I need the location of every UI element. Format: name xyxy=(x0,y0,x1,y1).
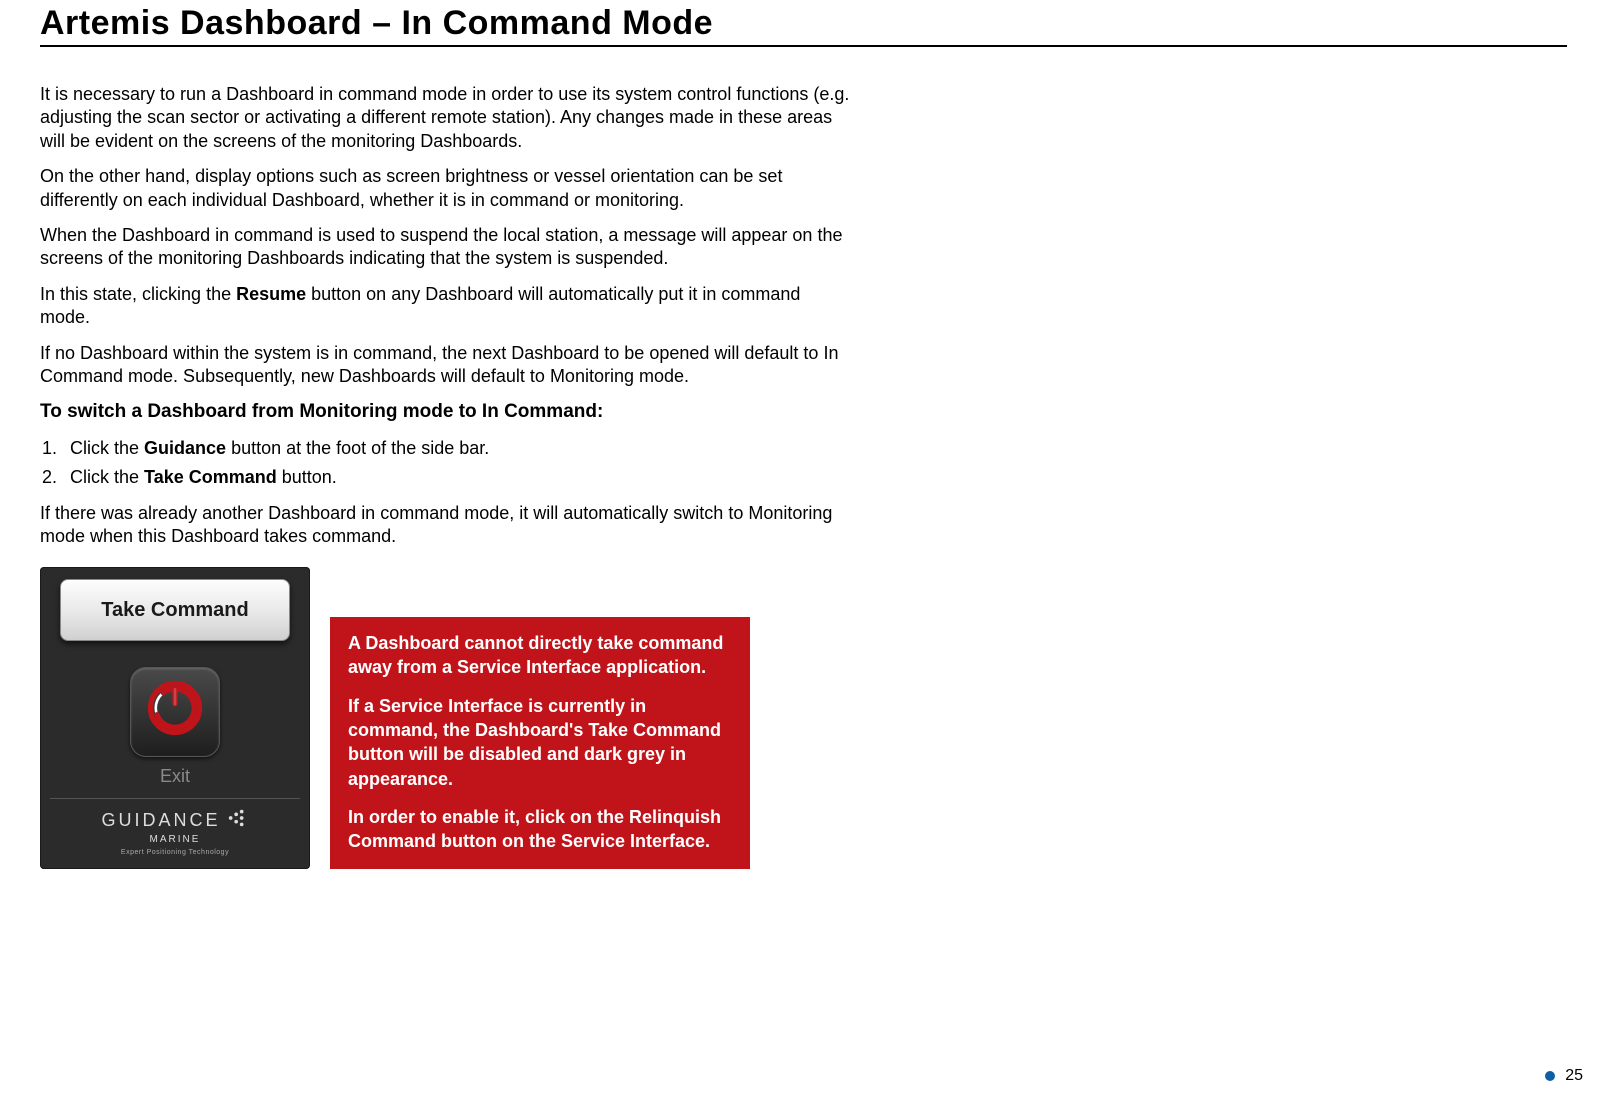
page-number: 25 xyxy=(1565,1067,1583,1085)
brand-main: GUIDANCE xyxy=(101,809,220,832)
exit-label: Exit xyxy=(160,765,190,788)
sidebar-panel-screenshot: Take Command Exit GUIDANCE xyxy=(40,567,310,870)
callout-paragraph: In order to enable it, click on the Reli… xyxy=(348,805,732,854)
text: In this state, clicking the xyxy=(40,284,236,304)
subheading: To switch a Dashboard from Monitoring mo… xyxy=(40,400,850,425)
page-footer: 25 xyxy=(1545,1067,1583,1085)
page-bullet-icon xyxy=(1545,1071,1555,1081)
text: Click the xyxy=(70,467,144,487)
page-title: Artemis Dashboard – In Command Mode xyxy=(40,0,1567,45)
power-icon xyxy=(147,680,203,742)
text: Click the xyxy=(70,438,144,458)
paragraph: It is necessary to run a Dashboard in co… xyxy=(40,83,850,153)
exit-button[interactable] xyxy=(130,667,220,757)
brand-tagline: Expert Positioning Technology xyxy=(121,848,229,857)
list-item: Click the Take Command button. xyxy=(62,466,850,489)
paragraph: If there was already another Dashboard i… xyxy=(40,502,850,549)
title-rule xyxy=(40,45,1567,47)
guidance-label: Guidance xyxy=(144,438,226,458)
warning-callout: A Dashboard cannot directly take command… xyxy=(330,617,750,869)
paragraph: When the Dashboard in command is used to… xyxy=(40,224,850,271)
text: button at the foot of the side bar. xyxy=(226,438,489,458)
brand-dots-icon xyxy=(227,807,249,835)
resume-label: Resume xyxy=(236,284,306,304)
figure-row: Take Command Exit GUIDANCE xyxy=(40,567,850,870)
callout-paragraph: A Dashboard cannot directly take command… xyxy=(348,631,732,680)
steps-list: Click the Guidance button at the foot of… xyxy=(62,437,850,490)
callout-paragraph: If a Service Interface is currently in c… xyxy=(348,694,732,791)
paragraph: If no Dashboard within the system is in … xyxy=(40,342,850,389)
brand-logo: GUIDANCE xyxy=(101,807,248,835)
brand-sub: MARINE xyxy=(150,833,201,846)
paragraph: On the other hand, display options such … xyxy=(40,165,850,212)
body-copy: It is necessary to run a Dashboard in co… xyxy=(40,83,850,869)
take-command-label: Take Command xyxy=(144,467,277,487)
list-item: Click the Guidance button at the foot of… xyxy=(62,437,850,460)
text: button. xyxy=(277,467,337,487)
take-command-button[interactable]: Take Command xyxy=(60,579,290,641)
paragraph: In this state, clicking the Resume butto… xyxy=(40,283,850,330)
panel-divider xyxy=(50,798,300,799)
